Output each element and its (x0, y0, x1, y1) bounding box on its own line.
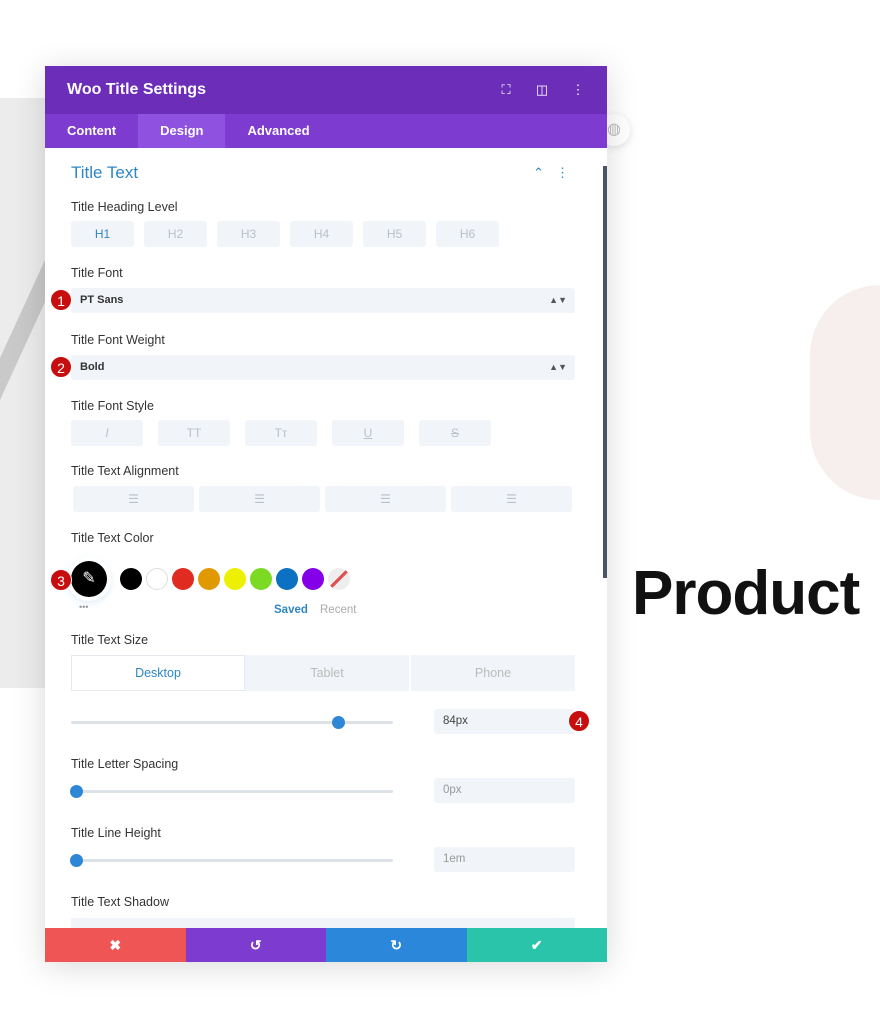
line-height-label: Title Line Height (71, 826, 161, 840)
slider-handle[interactable] (70, 785, 83, 798)
align-left-button[interactable]: ☰ (73, 486, 194, 512)
strikethrough-button[interactable]: S (419, 420, 491, 446)
align-justify-button[interactable]: ☰ (451, 486, 572, 512)
letter-spacing-label: Title Letter Spacing (71, 757, 179, 771)
text-size-label: Title Text Size (71, 633, 149, 647)
heading-h3-button[interactable]: H3 (217, 221, 280, 247)
heading-level-label: Title Heading Level (71, 200, 178, 214)
background-circle (810, 285, 880, 500)
fullscreen-icon[interactable]: ⛶ (499, 82, 513, 98)
redo-button[interactable]: ↻ (326, 928, 467, 962)
heading-h4-button[interactable]: H4 (290, 221, 353, 247)
section-title: Title Text (71, 163, 139, 182)
undo-button[interactable]: ↺ (185, 928, 326, 962)
device-tab-desktop[interactable]: Desktop (71, 655, 245, 691)
device-tabs: Desktop Tablet Phone (71, 655, 575, 691)
select-arrows-icon: ▲▼ (549, 295, 567, 305)
heading-h2-button[interactable]: H2 (144, 221, 207, 247)
device-tab-tablet[interactable]: Tablet (245, 655, 411, 691)
saved-tab[interactable]: Saved (274, 604, 308, 616)
text-color-label: Title Text Color (71, 531, 154, 545)
font-weight-label: Title Font Weight (71, 333, 165, 347)
swatch-green[interactable] (250, 568, 272, 590)
select-arrows-icon: ▲▼ (549, 362, 567, 372)
slider-handle[interactable] (332, 716, 346, 729)
device-tab-phone[interactable]: Phone (411, 655, 575, 691)
panel-title: Woo Title Settings (67, 81, 206, 98)
align-right-button[interactable]: ☰ (325, 486, 446, 512)
line-height-slider[interactable] (70, 854, 393, 867)
font-value: PT Sans (80, 294, 124, 306)
underline-button[interactable]: U (332, 420, 404, 446)
capitalize-button[interactable]: Tт (245, 420, 317, 446)
swatch-red[interactable] (172, 568, 194, 590)
heading-h6-button[interactable]: H6 (436, 221, 499, 247)
swatch-black[interactable] (120, 568, 142, 590)
more-colors-icon[interactable]: ••• (79, 602, 88, 612)
line-height-input[interactable]: 1em (434, 847, 575, 872)
panel-header: Woo Title Settings ⛶ ◫ ⋮ (45, 66, 607, 114)
swatch-white[interactable] (146, 568, 168, 590)
font-style-label: Title Font Style (71, 399, 154, 413)
tab-content[interactable]: Content (45, 114, 138, 148)
letter-spacing-slider[interactable] (70, 785, 393, 798)
step-badge-1: 1 (50, 289, 72, 311)
step-badge-3: 3 (50, 569, 72, 591)
panel-footer: ✖ ↺ ↻ ✔ (45, 928, 607, 962)
font-label: Title Font (71, 266, 123, 280)
heading-h1-button[interactable]: H1 (71, 221, 134, 247)
chevron-up-icon[interactable]: ⌃ (533, 165, 544, 181)
font-weight-select[interactable]: Bold ▲▼ (71, 355, 575, 380)
tab-advanced[interactable]: Advanced (225, 114, 331, 148)
tab-design[interactable]: Design (138, 114, 226, 148)
swatch-yellow[interactable] (224, 568, 246, 590)
more-icon[interactable]: ⋮ (556, 165, 569, 181)
swatch-blue[interactable] (276, 568, 298, 590)
save-button[interactable]: ✔ (466, 928, 607, 962)
text-shadow-options[interactable] (71, 918, 575, 928)
split-view-icon[interactable]: ◫ (535, 82, 549, 98)
align-center-button[interactable]: ☰ (199, 486, 320, 512)
scrollbar[interactable] (603, 166, 607, 578)
eyedropper-icon[interactable]: ✎ (71, 561, 107, 597)
swatch-purple[interactable] (302, 568, 324, 590)
recent-tab[interactable]: Recent (320, 604, 356, 616)
text-size-input[interactable]: 84px (434, 709, 575, 734)
slider-handle[interactable] (70, 854, 83, 867)
more-icon[interactable]: ⋮ (571, 82, 585, 98)
panel-body: Title Text ⌃ ⋮ Title Heading Level H1 H2… (45, 148, 607, 928)
step-badge-2: 2 (50, 356, 72, 378)
settings-panel: Woo Title Settings ⛶ ◫ ⋮ Content Design … (45, 66, 607, 962)
uppercase-button[interactable]: TT (158, 420, 230, 446)
heading-h5-button[interactable]: H5 (363, 221, 426, 247)
swatch-orange[interactable] (198, 568, 220, 590)
tab-bar: Content Design Advanced (45, 114, 607, 148)
cancel-button[interactable]: ✖ (45, 928, 186, 962)
step-badge-4: 4 (568, 710, 590, 732)
swatch-clear[interactable] (328, 568, 350, 590)
color-swatches (120, 568, 354, 590)
text-shadow-label: Title Text Shadow (71, 895, 169, 909)
font-select[interactable]: PT Sans ▲▼ (71, 288, 575, 313)
section-header[interactable]: Title Text ⌃ ⋮ (71, 163, 581, 183)
letter-spacing-input[interactable]: 0px (434, 778, 575, 803)
alignment-label: Title Text Alignment (71, 464, 179, 478)
product-title-preview: Product (632, 559, 860, 628)
text-size-slider[interactable] (71, 716, 393, 729)
font-weight-value: Bold (80, 361, 105, 373)
italic-button[interactable]: I (71, 420, 143, 446)
